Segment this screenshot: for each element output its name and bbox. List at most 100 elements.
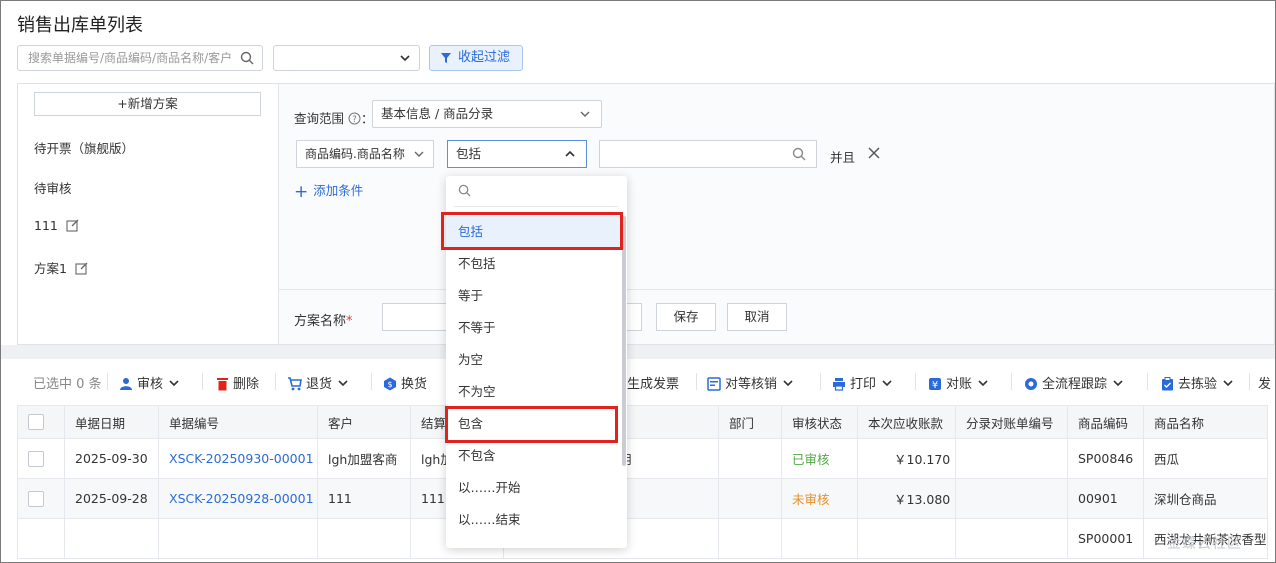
dropdown-option[interactable]: 不包含 [446,440,621,472]
dropdown-option[interactable]: 不为空 [446,376,621,408]
column-header[interactable]: 商品编码 [1067,405,1144,439]
column-header[interactable]: 单据编号 [158,405,318,439]
filter-select[interactable] [273,45,420,71]
table-row[interactable]: SP00001 西湖龙井新茶浓香型 [17,518,1268,559]
scope-select[interactable]: 基本信息 / 商品分录 [372,100,602,128]
delete-button[interactable]: 删除 [216,373,259,392]
add-condition-button[interactable]: + 添加条件 [294,180,363,202]
logic-label[interactable]: 并且 [830,147,855,166]
cell-code-link[interactable]: XSCK-20250930-00001 [158,438,318,479]
cell-status: 已审核 [781,438,858,479]
audit-button[interactable]: 审核 [119,373,179,392]
table-header: 单据日期 单据编号 客户 结算客户 部门 审核状态 本次应收账款 分录对账单编号… [17,405,1268,439]
invoice-button[interactable]: 生成发票 [627,373,679,392]
plan-item[interactable]: 方案1 [34,258,88,277]
dropdown-option[interactable]: 等于 [446,280,621,312]
cell-status: 未审核 [781,478,858,519]
pick-inspect-label: 去拣验 [1178,377,1218,392]
plan-item[interactable]: 待开票（旗舰版） [34,138,134,157]
printer-icon [833,378,845,391]
trash-icon [217,378,228,391]
dropdown-option[interactable]: 为空 [446,344,621,376]
exchange-label: 换货 [401,377,428,392]
svg-text:¥: ¥ [932,380,938,391]
dropdown-option[interactable]: 不等于 [446,312,621,344]
track-icon [1025,378,1037,390]
dropdown-scrollbar[interactable] [622,216,626,466]
pick-inspect-button[interactable]: 去拣验 [1161,373,1233,392]
exchange-icon: $ [384,377,396,391]
print-button[interactable]: 打印 [832,373,892,392]
search-icon [458,184,471,197]
edit-icon[interactable] [66,219,79,232]
plan-item[interactable]: 111 [34,218,79,233]
help-icon[interactable]: ? [348,112,361,125]
exchange-button[interactable]: $ 换货 [383,373,427,392]
row-select-cell[interactable] [17,438,65,479]
cell-date: 2025-09-28 [64,478,159,519]
cell-code-link[interactable]: XSCK-20250928-00001 [158,478,318,519]
add-condition-label: 添加条件 [313,183,364,198]
close-icon[interactable] [868,147,880,159]
cell-amount: ￥13.080 [857,478,956,519]
column-header[interactable]: 审核状态 [781,405,858,439]
dropdown-search-input[interactable] [454,176,618,207]
cell-item-code: SP00846 [1067,438,1144,479]
dropdown-option[interactable]: 以……结束 [446,504,621,536]
cell-code-link [158,518,318,559]
overflow-button[interactable]: 发 [1258,373,1271,392]
row-checkbox[interactable] [28,490,44,507]
search-icon[interactable] [792,147,806,161]
chevron-down-icon [400,55,410,62]
toolbar-separator [915,373,916,390]
cell-amount [857,518,956,559]
dropdown-option[interactable]: 不包括 [446,248,621,280]
column-header[interactable]: 商品名称 [1143,405,1268,439]
column-header[interactable]: 单据日期 [64,405,159,439]
toolbar-separator [696,373,697,390]
cancel-button[interactable]: 取消 [727,303,787,331]
column-header[interactable]: 分录对账单编号 [955,405,1068,439]
toolbar: 已选中 0 条 审核 删除 退货 $ 换货 生成发票 对等核销 打印 ¥ 对账 [17,361,1275,401]
reconcile-label: 对账 [946,377,973,392]
writeoff-button[interactable]: 对等核销 [707,373,793,392]
cell-dept [718,438,782,479]
track-button[interactable]: 全流程跟踪 [1024,373,1123,392]
reconcile-button[interactable]: ¥ 对账 [928,373,988,392]
dropdown-option[interactable]: 以……开始 [446,472,621,504]
operator-value: 包括 [456,146,482,161]
save-button[interactable]: 保存 [656,303,716,331]
search-input[interactable]: 搜索单据编号/商品编码/商品名称/客户 [17,45,263,71]
column-header[interactable]: 本次应收账款 [857,405,956,439]
select-all-cell[interactable] [17,405,65,439]
table-row[interactable]: 2025-09-30 XSCK-20250930-00001 lgh加盟客商 l… [17,438,1268,479]
operator-select[interactable]: 包括 [447,140,587,168]
column-header[interactable]: 客户 [317,405,411,439]
chevron-down-icon [1113,380,1123,387]
value-input[interactable] [599,140,817,168]
column-header[interactable]: 部门 [718,405,782,439]
new-plan-button[interactable]: +新增方案 [34,92,261,116]
table-row[interactable]: 2025-09-28 XSCK-20250928-00001 111 111 未… [17,478,1268,519]
filter-panel: +新增方案 待开票（旗舰版） 待审核 111 方案1 查询范围 ?： 基本信息 … [17,83,1275,345]
section-gap [1,345,1275,359]
plus-icon: + [294,182,309,202]
return-button[interactable]: 退货 [287,373,348,392]
collapse-filter-button[interactable]: 收起过滤 [429,45,523,71]
search-icon[interactable] [240,51,254,65]
row-select-cell[interactable] [17,478,65,519]
page-title: 销售出库单列表 [17,15,143,36]
edit-icon[interactable] [75,262,88,275]
delete-label: 删除 [233,377,260,392]
field-select[interactable]: 商品编码.商品名称 [296,140,434,168]
plan-item-label: 待审核 [34,181,72,196]
plan-item[interactable]: 待审核 [34,178,72,197]
select-all-checkbox[interactable] [28,414,44,431]
toolbar-separator [1011,373,1012,390]
plan-item-label: 111 [34,218,58,233]
cell-item-name: 深圳仓商品 [1143,478,1268,519]
invoice-label: 生成发票 [627,377,680,392]
cart-icon [288,377,302,391]
row-checkbox[interactable] [28,450,44,467]
cell-customer [317,518,411,559]
